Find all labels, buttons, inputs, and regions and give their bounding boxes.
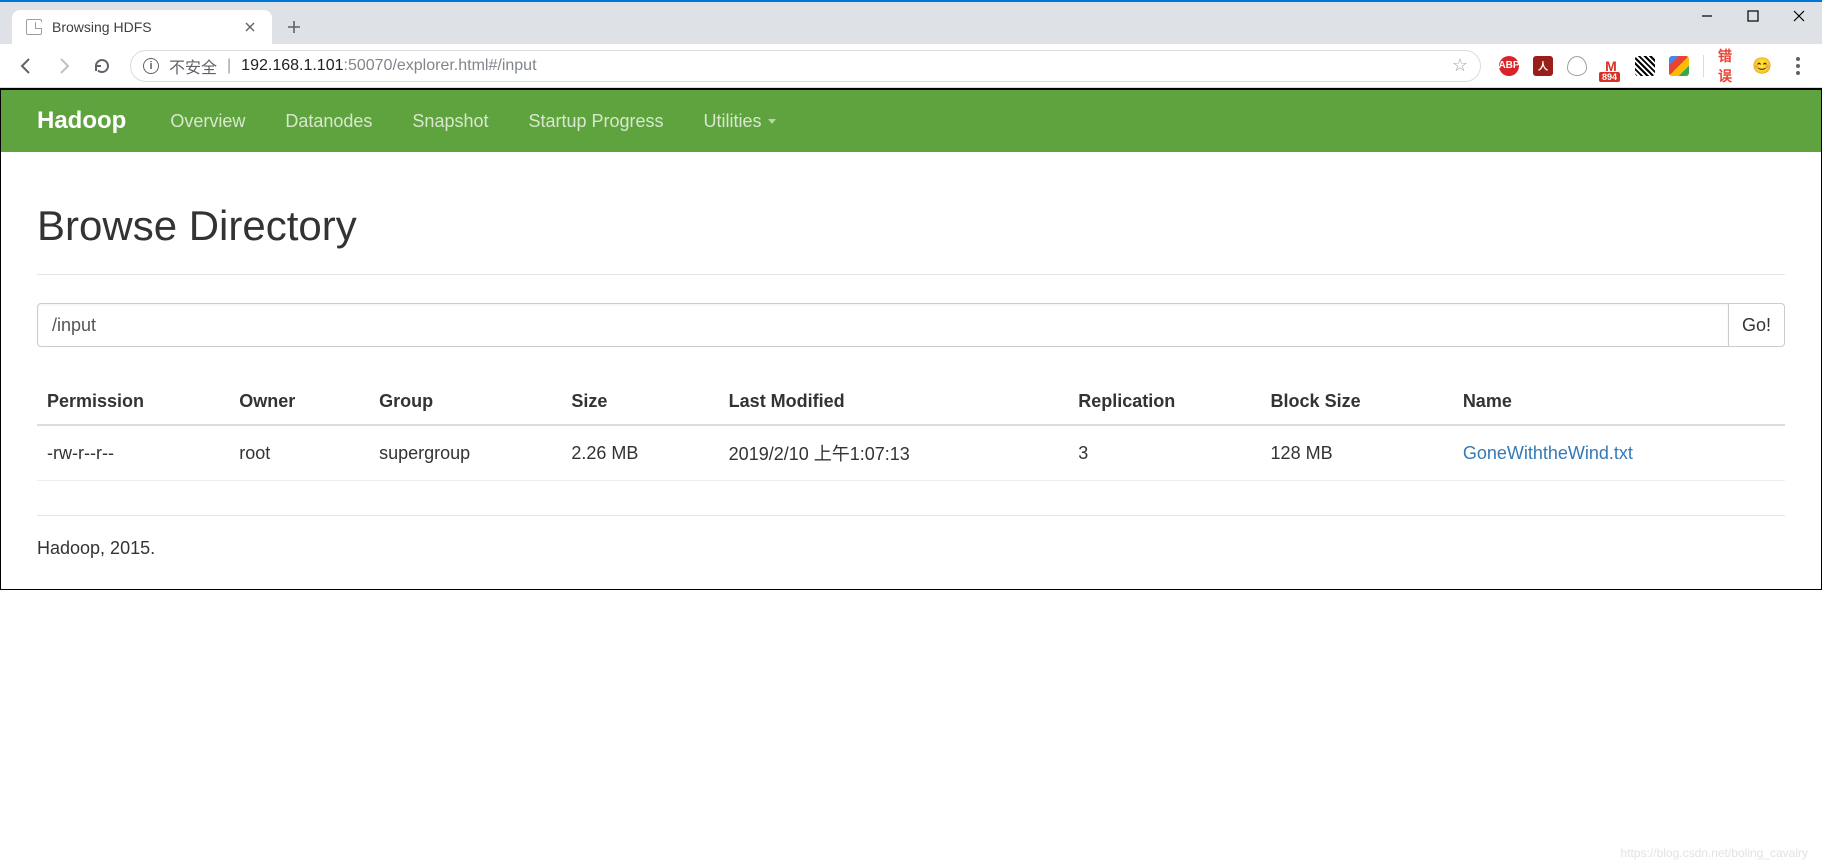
table-header-row: Permission Owner Group Size Last Modifie…	[37, 379, 1785, 425]
emoji-icon[interactable]: 😊	[1752, 56, 1772, 76]
nav-startup-progress[interactable]: Startup Progress	[508, 91, 683, 152]
adblock-icon[interactable]: ABP	[1499, 56, 1519, 76]
cell-size: 2.26 MB	[561, 425, 718, 481]
nav-overview[interactable]: Overview	[150, 91, 265, 152]
bookmark-star-icon[interactable]: ☆	[1452, 55, 1468, 76]
col-last-modified: Last Modified	[719, 379, 1069, 425]
qr-icon[interactable]	[1635, 56, 1655, 76]
cell-owner: root	[229, 425, 369, 481]
nav-utilities-label: Utilities	[704, 111, 762, 132]
col-owner: Owner	[229, 379, 369, 425]
cell-block-size: 128 MB	[1261, 425, 1453, 481]
browser-toolbar: i 不安全 | 192.168.1.101:50070/explorer.htm…	[0, 44, 1822, 88]
forward-button[interactable]	[48, 50, 80, 82]
shield-icon[interactable]	[1567, 56, 1587, 76]
col-permission: Permission	[37, 379, 229, 425]
nav-datanodes[interactable]: Datanodes	[265, 91, 392, 152]
cell-group: supergroup	[369, 425, 561, 481]
maximize-button[interactable]	[1730, 0, 1776, 32]
back-button[interactable]	[10, 50, 42, 82]
col-size: Size	[561, 379, 718, 425]
tab-strip: Browsing HDFS	[0, 2, 1822, 44]
pdf-icon[interactable]: 人	[1533, 56, 1553, 76]
file-link[interactable]: GoneWiththeWind.txt	[1463, 443, 1633, 463]
col-block-size: Block Size	[1261, 379, 1453, 425]
nav-utilities[interactable]: Utilities	[684, 91, 796, 152]
reload-button[interactable]	[86, 50, 118, 82]
window-controls	[1684, 0, 1822, 32]
browser-tab[interactable]: Browsing HDFS	[12, 10, 272, 44]
url-text: 192.168.1.101:50070/explorer.html#/input	[241, 57, 536, 75]
nav-snapshot[interactable]: Snapshot	[392, 91, 508, 152]
col-replication: Replication	[1068, 379, 1260, 425]
error-label[interactable]: 错误	[1718, 56, 1738, 76]
close-tab-icon[interactable]	[242, 19, 258, 35]
tab-title: Browsing HDFS	[52, 19, 152, 35]
hadoop-navbar: Hadoop Overview Datanodes Snapshot Start…	[1, 90, 1821, 152]
page-title: Browse Directory	[37, 202, 1785, 250]
url-host: 192.168.1.101	[241, 57, 343, 74]
gmail-badge: 894	[1599, 72, 1620, 82]
url-path: :50070/explorer.html#/input	[344, 57, 537, 74]
go-button[interactable]: Go!	[1729, 303, 1785, 347]
chevron-down-icon	[768, 119, 776, 124]
page-viewport: Hadoop Overview Datanodes Snapshot Start…	[0, 88, 1822, 590]
extension-icons: ABP 人 M894 错误 😊	[1493, 55, 1778, 77]
col-name: Name	[1453, 379, 1785, 425]
site-info-icon[interactable]: i	[143, 58, 159, 74]
directory-table: Permission Owner Group Size Last Modifie…	[37, 379, 1785, 481]
close-window-button[interactable]	[1776, 0, 1822, 32]
footer-text: Hadoop, 2015.	[37, 538, 1785, 559]
file-icon	[26, 19, 42, 35]
brand-label[interactable]: Hadoop	[37, 89, 126, 153]
divider	[37, 274, 1785, 275]
cell-name: GoneWiththeWind.txt	[1453, 425, 1785, 481]
col-group: Group	[369, 379, 561, 425]
cell-last-modified: 2019/2/10 上午1:07:13	[719, 425, 1069, 481]
address-bar[interactable]: i 不安全 | 192.168.1.101:50070/explorer.htm…	[130, 50, 1481, 82]
insecure-label: 不安全	[169, 54, 217, 78]
watermark: https://blog.csdn.net/boling_cavalry	[1621, 846, 1808, 860]
table-row: -rw-r--r-- root supergroup 2.26 MB 2019/…	[37, 425, 1785, 481]
cell-replication: 3	[1068, 425, 1260, 481]
minimize-button[interactable]	[1684, 0, 1730, 32]
page-body: Browse Directory Go! Permission Owner Gr…	[1, 152, 1821, 589]
path-input[interactable]	[37, 303, 1729, 347]
color-icon[interactable]	[1669, 56, 1689, 76]
gmail-icon[interactable]: M894	[1601, 56, 1621, 76]
chrome-menu-button[interactable]	[1784, 57, 1812, 75]
new-tab-button[interactable]	[280, 13, 308, 41]
footer-divider	[37, 515, 1785, 516]
separator: |	[227, 57, 231, 75]
cell-permission: -rw-r--r--	[37, 425, 229, 481]
path-row: Go!	[37, 303, 1785, 347]
extension-divider	[1703, 55, 1704, 77]
browser-chrome: Browsing HDFS i 不安全 | 192.1	[0, 0, 1822, 88]
